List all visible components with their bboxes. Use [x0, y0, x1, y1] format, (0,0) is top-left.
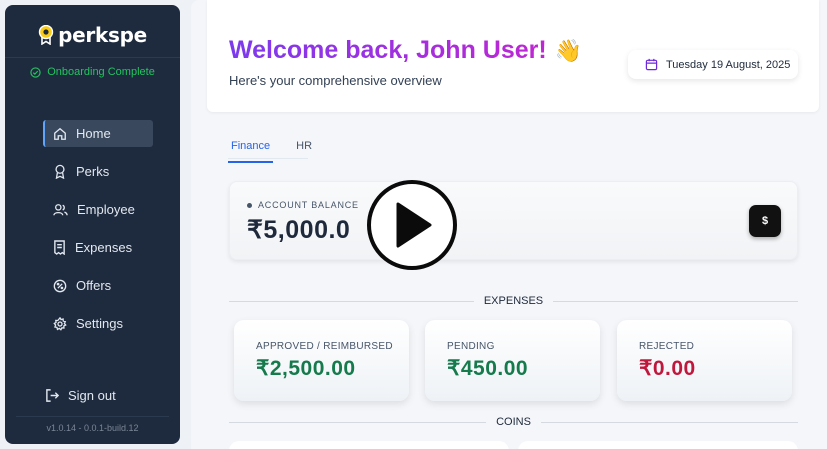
date-text: Tuesday 19 August, 2025 — [666, 58, 791, 71]
award-icon — [55, 164, 65, 179]
account-balance-card: ACCOUNT BALANCE ₹5,000.0 $ — [229, 181, 798, 260]
divider-line — [229, 421, 487, 423]
rejected-expenses-card[interactable]: REJECTED ₹0.00 — [617, 320, 792, 401]
stat-label: PENDING — [447, 341, 495, 352]
receipt-icon — [54, 240, 65, 255]
approved-expenses-card[interactable]: APPROVED / REIMBURSED ₹2,500.00 — [234, 320, 409, 401]
divider — [16, 416, 169, 417]
balance-label-row: ACCOUNT BALANCE — [247, 200, 359, 210]
stat-value: ₹0.00 — [639, 357, 696, 380]
expenses-title: EXPENSES — [483, 295, 544, 307]
sidebar-item-label: Home — [76, 126, 111, 141]
welcome-text: Welcome back, John User! — [229, 36, 547, 64]
balance-label: ACCOUNT BALANCE — [258, 200, 359, 210]
stat-value: ₹2,500.00 — [256, 357, 356, 380]
sidebar: perkspe Onboarding Complete Home Perks E… — [5, 5, 180, 444]
page-title: Welcome back, John User! 👋 — [229, 36, 582, 65]
main-content: Welcome back, John User! 👋 Here's your c… — [191, 0, 827, 449]
sidebar-item-expenses[interactable]: Expenses — [43, 234, 153, 261]
brand-name: perkspe — [58, 23, 147, 47]
perkspe-logo-icon — [38, 25, 54, 45]
sidebar-item-settings[interactable]: Settings — [43, 310, 153, 337]
sidebar-item-label: Expenses — [75, 240, 133, 255]
onboarding-status-text: Onboarding Complete — [47, 66, 155, 78]
dashboard-tabs: Finance HR — [228, 140, 335, 163]
sign-out-label: Sign out — [68, 388, 116, 403]
bullet-dot-icon — [247, 202, 252, 208]
coin-card — [518, 441, 798, 449]
stat-label: REJECTED — [639, 341, 695, 352]
tab-finance[interactable]: Finance — [228, 140, 274, 163]
divider — [5, 57, 180, 58]
divider-line — [553, 300, 798, 302]
sidebar-item-label: Settings — [76, 316, 123, 331]
pending-expenses-card[interactable]: PENDING ₹450.00 — [425, 320, 600, 401]
sidebar-item-label: Offers — [76, 278, 112, 293]
sidebar-nav: Home Perks Employee Expenses Offers Sett… — [43, 120, 153, 348]
coin-card — [229, 441, 509, 449]
coins-section-header: COINS — [229, 416, 798, 428]
stat-value: ₹450.00 — [447, 357, 529, 380]
gear-icon — [53, 316, 67, 331]
percent-badge-icon — [53, 279, 67, 292]
expenses-section-header: EXPENSES — [229, 295, 798, 307]
page-header: Welcome back, John User! 👋 Here's your c… — [207, 0, 819, 112]
brand-logo[interactable]: perkspe — [5, 23, 180, 47]
sign-out-button[interactable]: Sign out — [45, 388, 116, 403]
divider-line — [540, 421, 798, 423]
currency-button[interactable]: $ — [749, 205, 781, 237]
check-circle-icon — [30, 66, 41, 78]
onboarding-status: Onboarding Complete — [5, 66, 180, 78]
balance-value: ₹5,000.0 — [247, 216, 351, 244]
stat-label: APPROVED / REIMBURSED — [256, 341, 393, 352]
home-icon — [54, 127, 66, 140]
waving-hand-emoji: 👋 — [554, 37, 583, 63]
date-display: Tuesday 19 August, 2025 — [628, 50, 798, 79]
coins-title: COINS — [496, 416, 531, 428]
tab-hr[interactable]: HR — [293, 140, 315, 163]
sidebar-item-employee[interactable]: Employee — [43, 196, 153, 223]
tabs-underline — [228, 158, 308, 159]
sidebar-item-label: Employee — [77, 202, 135, 217]
divider-line — [229, 300, 474, 302]
users-icon — [53, 203, 68, 215]
app-version: v1.0.14 - 0.0.1-build.12 — [46, 423, 139, 433]
sidebar-item-home[interactable]: Home — [43, 120, 153, 147]
sidebar-item-offers[interactable]: Offers — [43, 272, 153, 299]
video-play-button[interactable] — [367, 180, 457, 270]
sign-out-icon — [46, 389, 60, 402]
calendar-icon — [645, 58, 658, 71]
sidebar-item-label: Perks — [76, 164, 110, 179]
sidebar-item-perks[interactable]: Perks — [43, 158, 153, 185]
page-subtitle: Here's your comprehensive overview — [229, 73, 442, 88]
play-icon — [396, 202, 432, 248]
